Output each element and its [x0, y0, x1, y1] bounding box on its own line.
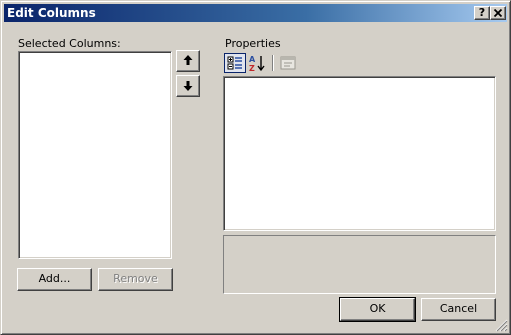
- remove-button[interactable]: Remove: [98, 268, 173, 291]
- property-pages-icon: [280, 56, 296, 70]
- add-button-label: Add...: [38, 272, 71, 285]
- arrow-down-icon: [183, 81, 193, 91]
- properties-label: Properties: [225, 37, 281, 50]
- move-down-button[interactable]: [176, 75, 200, 97]
- toolbar-separator: [272, 55, 273, 71]
- categorized-icon: [227, 56, 242, 70]
- resize-grip-icon[interactable]: [495, 319, 508, 332]
- edit-columns-dialog: Edit Columns ? Selected Columns: Add... …: [0, 0, 511, 335]
- arrow-up-icon: [183, 55, 193, 65]
- selected-columns-label: Selected Columns:: [18, 37, 121, 50]
- ok-button-label: OK: [369, 302, 386, 315]
- selected-columns-list[interactable]: [18, 51, 172, 259]
- cancel-button[interactable]: Cancel: [421, 298, 496, 321]
- help-button[interactable]: ?: [474, 6, 490, 20]
- svg-text:A: A: [249, 55, 256, 64]
- alphabetical-button[interactable]: A Z: [246, 53, 268, 73]
- remove-button-label: Remove: [113, 272, 158, 285]
- cancel-button-label: Cancel: [439, 302, 478, 315]
- add-button[interactable]: Add...: [17, 268, 92, 291]
- property-pages-button[interactable]: [277, 53, 299, 73]
- svg-text:Z: Z: [249, 64, 255, 73]
- property-grid[interactable]: [223, 76, 496, 231]
- alphabetical-sort-icon: A Z: [249, 55, 265, 73]
- move-up-button[interactable]: [176, 50, 200, 72]
- close-icon: [493, 8, 503, 18]
- dialog-title: Edit Columns: [7, 6, 96, 20]
- ok-button[interactable]: OK: [340, 298, 415, 321]
- close-button[interactable]: [490, 6, 506, 20]
- title-bar[interactable]: Edit Columns ?: [4, 4, 507, 22]
- property-description-panel: [223, 235, 496, 294]
- categorized-button[interactable]: [224, 53, 246, 73]
